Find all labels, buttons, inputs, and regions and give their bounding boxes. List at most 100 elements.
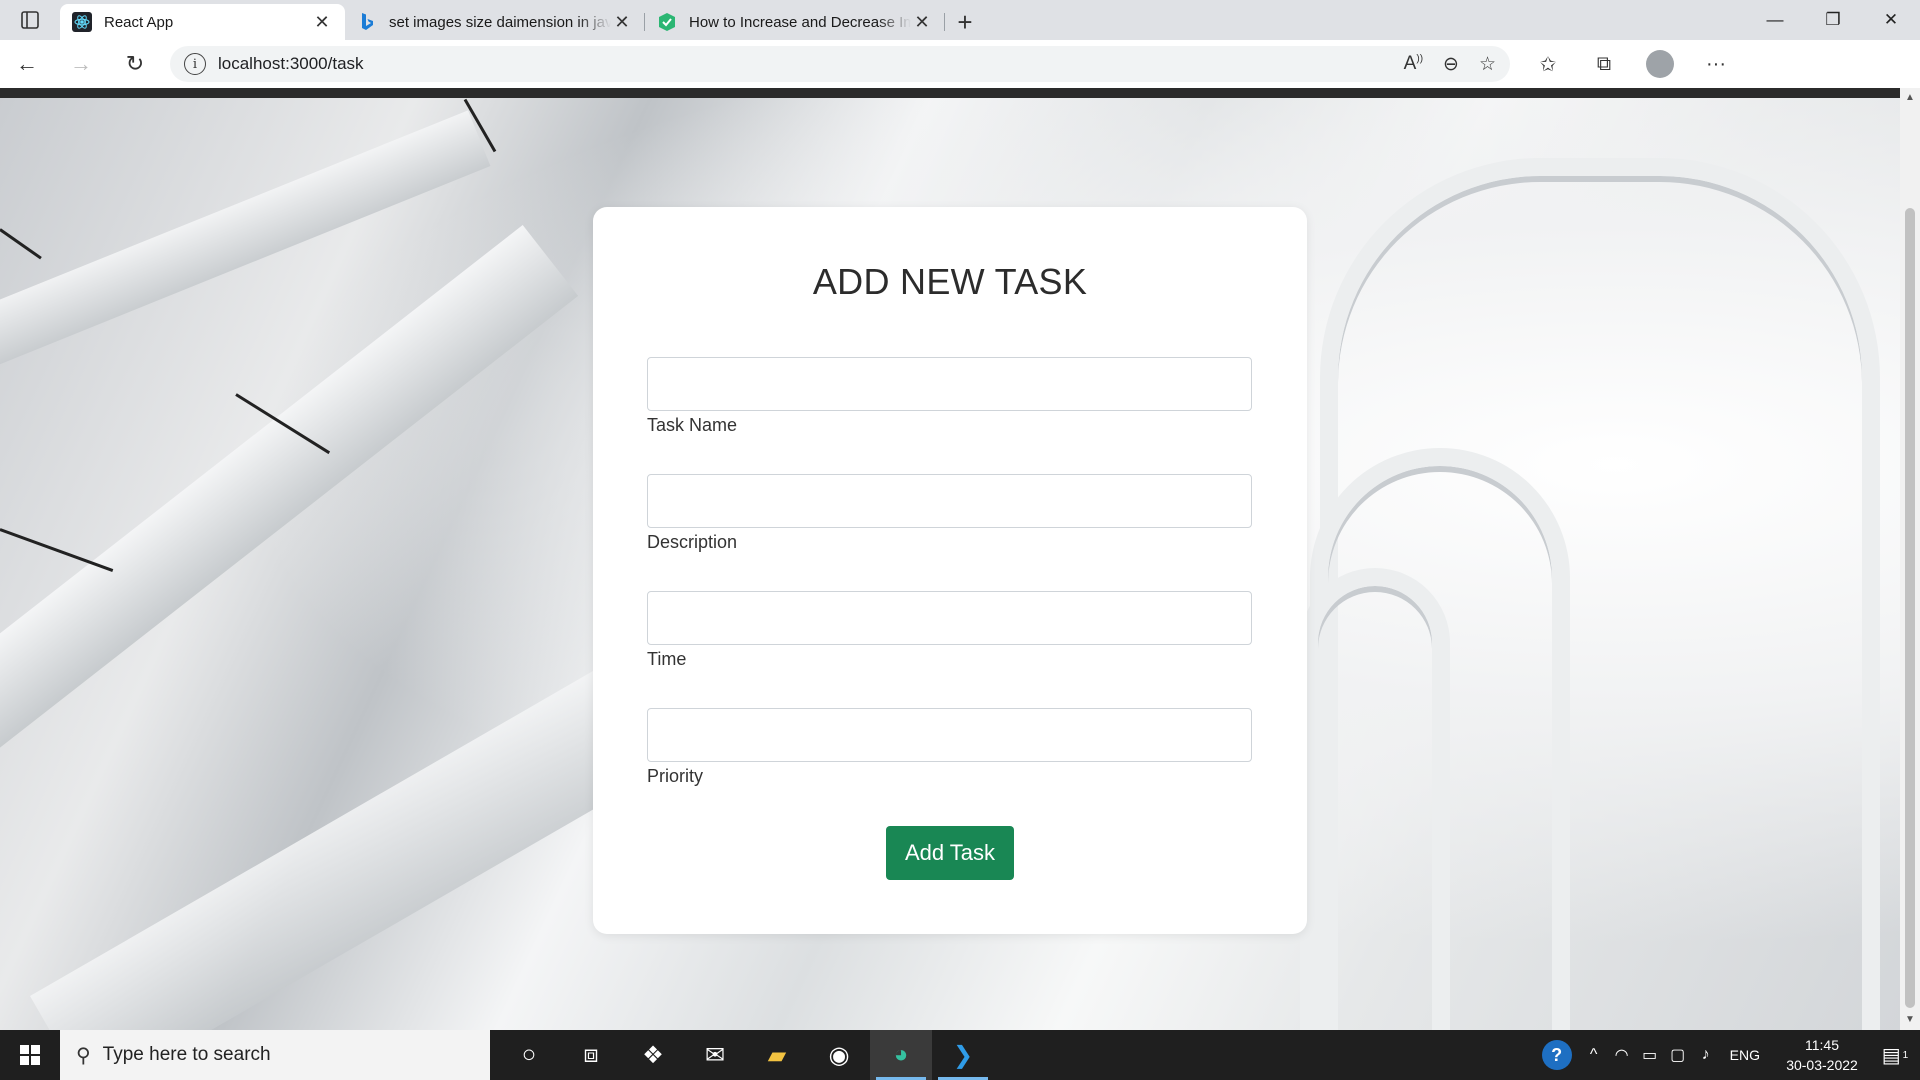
bing-icon <box>357 12 377 32</box>
notification-icon: ▤ <box>1881 1044 1901 1067</box>
add-task-button[interactable]: Add Task <box>886 826 1014 880</box>
description-field: Description <box>647 474 1252 553</box>
tab-bing-search[interactable]: set images size daimension in javascript… <box>345 4 645 40</box>
search-icon: ⚲ <box>76 1044 91 1067</box>
windows-logo-icon <box>20 1045 40 1065</box>
read-aloud-icon[interactable]: A)) <box>1404 53 1423 76</box>
tab-increase-image-size[interactable]: How to Increase and Decrease Image Size … <box>645 4 945 40</box>
arrow-right-icon: → <box>70 51 92 76</box>
new-tab-button[interactable]: + <box>945 4 985 40</box>
window-controls: — ❐ ✕ <box>1746 0 1920 40</box>
background-strut <box>0 528 114 572</box>
search-placeholder: Type here to search <box>102 1044 271 1065</box>
tab-react-app[interactable]: React App ✕ <box>60 4 345 40</box>
description-input[interactable] <box>647 474 1252 528</box>
back-button[interactable]: ← <box>0 44 54 84</box>
refresh-button[interactable]: ↻ <box>108 44 162 84</box>
task-name-input[interactable] <box>647 357 1252 411</box>
arrow-left-icon: ← <box>16 51 38 76</box>
battery-icon[interactable]: ▭ <box>1636 1045 1664 1065</box>
priority-input[interactable] <box>647 708 1252 762</box>
language-indicator[interactable]: ENG <box>1730 1047 1760 1063</box>
scroll-down-icon[interactable]: ▼ <box>1904 1014 1916 1026</box>
network-icon[interactable]: ◠ <box>1608 1045 1636 1065</box>
tab-actions-button[interactable] <box>0 0 60 40</box>
forward-button[interactable]: → <box>54 44 108 84</box>
page-scrollbar[interactable]: ▲ ▼ <box>1900 88 1920 1030</box>
edge-button[interactable]: ◕ <box>870 1030 932 1080</box>
site-info-icon[interactable]: i <box>184 53 206 75</box>
react-icon <box>72 12 92 32</box>
minimize-button[interactable]: — <box>1746 0 1804 40</box>
collections-button[interactable]: ⧉ <box>1580 44 1628 84</box>
github-desktop-button[interactable]: ◉ <box>808 1030 870 1080</box>
edge-icon: ◕ <box>893 1041 909 1068</box>
task-name-label: Task Name <box>647 415 738 435</box>
notification-center-button[interactable]: ▤ 1 <box>1870 1030 1920 1080</box>
background-arch <box>1300 568 1450 1030</box>
github-icon: ◉ <box>828 1041 850 1069</box>
mail-icon: ✉ <box>704 1041 726 1069</box>
page-title: ADD NEW TASK <box>812 261 1088 302</box>
collections-icon: ⧉ <box>1596 52 1612 75</box>
mail-button[interactable]: ✉ <box>684 1030 746 1080</box>
address-bar[interactable]: i localhost:3000/task A)) ⊖ ☆ <box>170 46 1510 82</box>
clock-date: 30-03-2022 <box>1786 1057 1858 1073</box>
close-tab-icon[interactable]: ✕ <box>611 11 633 33</box>
task-view-icon: ⧈ <box>583 1041 599 1068</box>
restore-icon: ❐ <box>1825 10 1841 29</box>
chevron-up-icon[interactable]: ^ <box>1580 1046 1608 1064</box>
background-strut <box>0 228 42 260</box>
favorites-button[interactable]: ✩ <box>1524 44 1572 84</box>
vscode-icon: ❯ <box>952 1041 974 1069</box>
start-button[interactable] <box>0 1030 60 1080</box>
page-viewport: ADD NEW TASK Task Name Description Time … <box>0 88 1900 1030</box>
minimize-icon: — <box>1766 10 1784 29</box>
task-view-button[interactable]: ⧈ <box>560 1030 622 1080</box>
cortana-icon: ○ <box>521 1041 537 1068</box>
add-favorite-icon[interactable]: ☆ <box>1479 53 1496 76</box>
more-icon: ··· <box>1706 52 1726 75</box>
vscode-button[interactable]: ❯ <box>932 1030 994 1080</box>
browser-tab-strip: React App ✕ set images size daimension i… <box>0 0 1920 40</box>
file-explorer-button[interactable]: ▰ <box>746 1030 808 1080</box>
tab-actions-icon <box>21 11 39 29</box>
time-input[interactable] <box>647 591 1252 645</box>
time-label: Time <box>647 649 687 669</box>
help-icon[interactable]: ? <box>1541 1040 1572 1070</box>
restore-button[interactable]: ❐ <box>1804 0 1862 40</box>
clock-time: 11:45 <box>1805 1037 1839 1053</box>
add-task-card: ADD NEW TASK Task Name Description Time … <box>593 207 1307 934</box>
tab-title: React App <box>104 13 174 31</box>
zoom-out-icon[interactable]: ⊖ <box>1443 53 1459 76</box>
taskbar-search[interactable]: ⚲ Type here to search <box>60 1030 490 1080</box>
description-label: Description <box>647 532 738 552</box>
close-tab-icon[interactable]: ✕ <box>911 11 933 33</box>
priority-field: Priority <box>647 708 1252 787</box>
clock[interactable]: 11:45 30-03-2022 <box>1774 1035 1870 1075</box>
system-tray: ? ^ ◠ ▭ ▢ ♪ ENG 11:45 30-03-2022 ▤ 1 <box>1541 1030 1920 1080</box>
priority-label: Priority <box>647 766 704 786</box>
shield-icon <box>657 12 677 32</box>
plus-icon: + <box>957 6 973 37</box>
tab-title: set images size daimension in javascript <box>389 13 611 31</box>
scroll-up-icon[interactable]: ▲ <box>1904 92 1916 104</box>
close-window-button[interactable]: ✕ <box>1862 0 1920 40</box>
windows-taskbar: ⚲ Type here to search ○ ⧈ ❖ ✉ ▰ ◉ ◕ ❯ ? … <box>0 1030 1920 1080</box>
dropbox-button[interactable]: ❖ <box>622 1030 684 1080</box>
url-text[interactable]: localhost:3000/task <box>218 54 1404 74</box>
dropbox-icon: ❖ <box>642 1041 664 1069</box>
close-tab-icon[interactable]: ✕ <box>311 11 333 33</box>
task-name-field: Task Name <box>647 357 1252 436</box>
profile-avatar[interactable] <box>1646 50 1674 78</box>
settings-more-button[interactable]: ··· <box>1692 44 1740 84</box>
folder-icon: ▰ <box>767 1041 787 1069</box>
scrollbar-thumb[interactable] <box>1905 208 1915 1008</box>
cortana-button[interactable]: ○ <box>498 1030 560 1080</box>
refresh-icon: ↻ <box>125 51 145 76</box>
browser-toolbar: ← → ↻ i localhost:3000/task A)) ⊖ ☆ ✩ ⧉ … <box>0 40 1920 88</box>
taskbar-apps: ○ ⧈ ❖ ✉ ▰ ◉ ◕ ❯ <box>498 1030 994 1080</box>
close-icon: ✕ <box>1883 10 1899 29</box>
meet-now-icon[interactable]: ▢ <box>1664 1045 1692 1065</box>
volume-icon[interactable]: ♪ <box>1692 1046 1720 1064</box>
